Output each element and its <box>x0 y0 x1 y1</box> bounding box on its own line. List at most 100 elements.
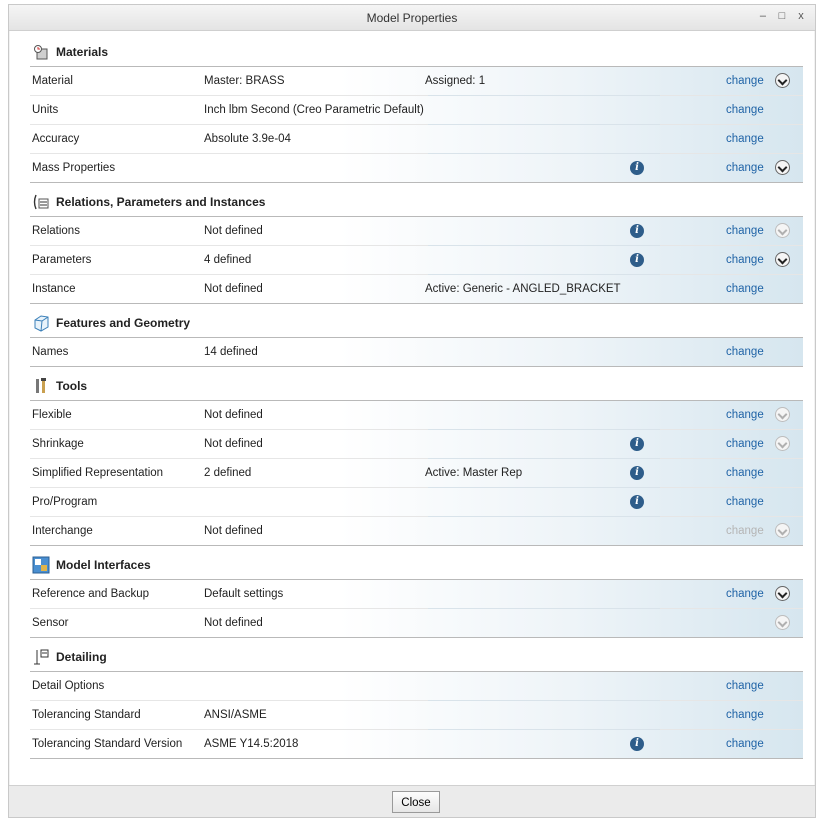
change-link[interactable]: change <box>726 75 764 87</box>
change-link[interactable]: change <box>726 254 764 266</box>
property-name: Sensor <box>32 617 69 629</box>
property-value: Not defined <box>204 617 263 629</box>
property-row: Reference and Backup Default settings chan… <box>30 580 803 609</box>
minimize-icon[interactable]: – <box>755 10 771 22</box>
section-tools: Tools Flexible Not defined change Shrinkage N… <box>30 371 803 546</box>
window-controls: – □ x <box>755 10 809 22</box>
property-row: Flexible Not defined change <box>30 401 803 430</box>
property-name: Tolerancing Standard <box>32 709 141 721</box>
property-value: 4 defined <box>204 254 252 266</box>
close-icon[interactable]: x <box>793 10 809 22</box>
change-link[interactable]: change <box>726 346 764 358</box>
info-icon[interactable]: i <box>630 224 644 238</box>
property-value: Not defined <box>204 225 263 237</box>
change-link[interactable]: change <box>726 588 764 600</box>
property-value: Not defined <box>204 525 263 537</box>
property-row: Mass Properties i change <box>30 154 803 183</box>
property-name: Pro/Program <box>32 496 98 508</box>
property-name: Units <box>32 104 59 116</box>
chevron-down-icon[interactable] <box>775 586 790 601</box>
chevron-down-icon <box>775 436 790 451</box>
property-row: Units Inch lbm Second (Creo Parametric De… <box>30 96 803 125</box>
info-icon[interactable]: i <box>630 495 644 509</box>
change-link[interactable]: change <box>726 283 764 295</box>
dialog-title: Model Properties <box>366 11 458 25</box>
chevron-down-icon[interactable] <box>775 252 790 267</box>
chevron-down-icon <box>775 523 790 538</box>
section-title: Materials <box>56 44 109 59</box>
section-header: Materials <box>30 37 803 67</box>
property-row: Pro/Program i change <box>30 488 803 517</box>
property-extra: Assigned: 1 <box>425 75 486 87</box>
info-icon[interactable]: i <box>630 737 644 751</box>
property-row: Sensor Not defined <box>30 609 803 638</box>
property-value: Absolute 3.9e-04 <box>204 133 291 145</box>
chevron-down-icon <box>775 223 790 238</box>
change-link[interactable]: change <box>726 496 764 508</box>
section-header: Model Interfaces <box>30 550 803 580</box>
change-link[interactable]: change <box>726 438 764 450</box>
property-value: Default settings <box>204 588 284 600</box>
title-bar[interactable]: Model Properties – □ x <box>9 5 815 31</box>
change-link[interactable]: change <box>726 738 764 750</box>
chevron-down-icon[interactable] <box>775 73 790 88</box>
model-interfaces-icon <box>32 556 50 574</box>
property-row: Names 14 defined change <box>30 338 803 367</box>
change-link[interactable]: change <box>726 133 764 145</box>
property-row: Tolerancing Standard ANSI/ASME change <box>30 701 803 730</box>
section-model-interfaces: Model Interfaces Reference and Backup Defa… <box>30 550 803 638</box>
info-icon[interactable]: i <box>630 437 644 451</box>
section-header: Relations, Parameters and Instances <box>30 187 803 217</box>
property-value: 2 defined <box>204 467 252 479</box>
dialog-footer: Close <box>9 785 815 817</box>
change-link[interactable]: change <box>726 162 764 174</box>
section-header: Tools <box>30 371 803 401</box>
materials-icon <box>32 43 50 61</box>
section-title: Detailing <box>56 649 107 664</box>
chevron-down-icon <box>775 615 790 630</box>
properties-content: Materials Material Master: BRASS Assigned: … <box>10 31 814 787</box>
chevron-down-icon[interactable] <box>775 160 790 175</box>
property-name: Shrinkage <box>32 438 84 450</box>
tools-icon <box>32 377 50 395</box>
property-value: Master: BRASS <box>204 75 285 87</box>
property-name: Detail Options <box>32 680 105 692</box>
property-row: Simplified Representation 2 defined Active… <box>30 459 803 488</box>
property-value: Not defined <box>204 438 263 450</box>
change-link[interactable]: change <box>726 709 764 721</box>
property-row: Interchange Not defined change <box>30 517 803 546</box>
change-link[interactable]: change <box>726 104 764 116</box>
property-name: Flexible <box>32 409 72 421</box>
property-value: Inch lbm Second (Creo Parametric Default… <box>204 104 424 116</box>
property-name: Accuracy <box>32 133 80 145</box>
property-name: Parameters <box>32 254 92 266</box>
property-name: Mass Properties <box>32 162 116 174</box>
change-link: change <box>726 525 764 537</box>
change-link[interactable]: change <box>726 225 764 237</box>
property-value: ASME Y14.5:2018 <box>204 738 299 750</box>
section-relations-parameters-and-instances: Relations, Parameters and Instances Relat… <box>30 187 803 304</box>
property-name: Simplified Representation <box>32 467 164 479</box>
maximize-icon[interactable]: □ <box>774 10 790 22</box>
property-value: 14 defined <box>204 346 258 358</box>
info-icon[interactable]: i <box>630 161 644 175</box>
info-icon[interactable]: i <box>630 253 644 267</box>
property-extra: Active: Generic - ANGLED_BRACKET <box>425 283 621 295</box>
property-name: Relations <box>32 225 80 237</box>
property-row: Tolerancing Standard Version ASME Y14.5:2… <box>30 730 803 759</box>
property-row: Material Master: BRASS Assigned: 1 change <box>30 67 803 96</box>
section-materials: Materials Material Master: BRASS Assigned: … <box>30 37 803 183</box>
info-icon[interactable]: i <box>630 466 644 480</box>
change-link[interactable]: change <box>726 409 764 421</box>
property-row: Detail Options change <box>30 672 803 701</box>
section-title: Features and Geometry <box>56 315 191 330</box>
model-properties-dialog: Model Properties – □ x Materials Material… <box>8 4 816 818</box>
change-link[interactable]: change <box>726 467 764 479</box>
section-title: Relations, Parameters and Instances <box>56 194 266 209</box>
property-value: Not defined <box>204 409 263 421</box>
section-header: Detailing <box>30 642 803 672</box>
section-header: Features and Geometry <box>30 308 803 338</box>
change-link[interactable]: change <box>726 680 764 692</box>
property-value: Not defined <box>204 283 263 295</box>
close-button[interactable]: Close <box>392 791 440 813</box>
